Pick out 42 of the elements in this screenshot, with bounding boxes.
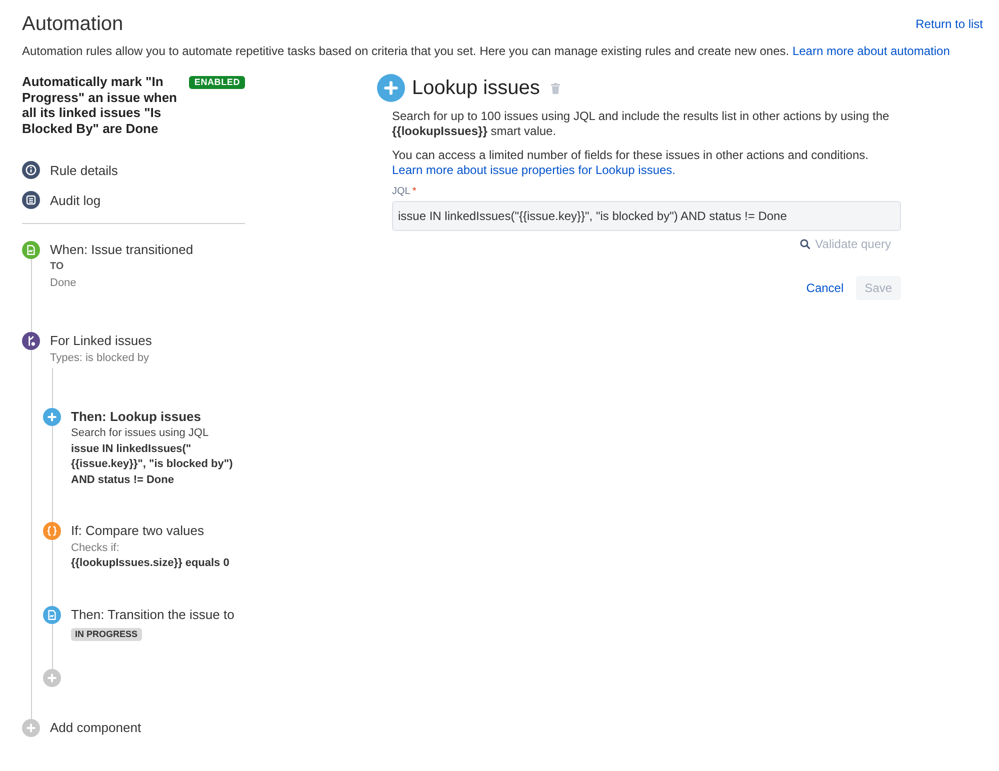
component-title[interactable]: For Linked issues bbox=[50, 332, 152, 350]
intro-text: Search for up to 100 issues using JQL and include the results list in other actions by using the {{lookupIssues}} smart value. bbox=[392, 109, 890, 139]
status-lozenge: IN PROGRESS bbox=[71, 628, 142, 640]
braces-icon bbox=[43, 522, 61, 540]
detail-text: Checks if: bbox=[71, 541, 120, 556]
learn-more-link[interactable]: Learn more about issue properties for Lookup issues. bbox=[392, 163, 676, 177]
search-icon bbox=[800, 239, 810, 249]
plus-circle-icon[interactable] bbox=[43, 668, 61, 686]
plus-circle-icon bbox=[43, 408, 61, 426]
detail-text: Done bbox=[50, 276, 76, 291]
add-component-button[interactable]: Add component bbox=[22, 718, 142, 736]
detail-label: TO bbox=[50, 260, 64, 274]
status-badge: ENABLED bbox=[189, 76, 245, 89]
trash-icon[interactable] bbox=[550, 82, 560, 94]
page-description: Automation rules allow you to automate repetitive tasks based on criteria that you set. Here you can manage existing rules and create new ones. Learn more about automation bbox=[22, 43, 951, 59]
query-text: issue IN linkedIssues("{{issue.key}}", "is blocked by") AND status != Done bbox=[71, 442, 234, 488]
required-mark: * bbox=[412, 186, 416, 197]
document-icon bbox=[43, 606, 61, 624]
sidebar-link[interactable]: Rule details bbox=[22, 161, 118, 179]
component-title[interactable]: If: Compare two values bbox=[71, 522, 204, 540]
list-icon bbox=[22, 191, 40, 209]
component-title[interactable]: Then: Lookup issues bbox=[71, 408, 202, 426]
component-title[interactable]: When: Issue transitioned bbox=[50, 241, 194, 259]
plus-circle-icon bbox=[377, 74, 405, 102]
panel-title: Lookup issues bbox=[412, 76, 540, 101]
info-icon bbox=[22, 161, 40, 179]
field-label: JQL bbox=[392, 186, 410, 197]
rule-name: Automatically mark "In Progress" an issue when all its linked issues "Is Blocked By" are Done bbox=[22, 74, 178, 136]
query-input[interactable]: issue IN linkedIssues("{{issue.key}}", "is blocked by") AND status != Done bbox=[392, 201, 901, 231]
sidebar-link[interactable]: Audit log bbox=[22, 191, 101, 209]
page-title: Automation bbox=[22, 12, 124, 36]
detail-text: Search for issues using JQL bbox=[71, 426, 209, 441]
plus-circle-icon bbox=[22, 718, 40, 736]
branch-icon bbox=[22, 332, 40, 350]
note-text: You can access a limited number of fields for these issues in other actions and conditions. Learn more about issue properties for Lookup issues. bbox=[392, 148, 870, 178]
return-link[interactable]: Return to list bbox=[916, 17, 983, 31]
cancel-link[interactable]: Cancel bbox=[806, 281, 844, 295]
detail-text: Types: is blocked by bbox=[50, 351, 150, 366]
learn-more-link[interactable]: Learn more about automation bbox=[792, 44, 950, 58]
document-icon bbox=[22, 241, 40, 259]
query-text: {{lookupIssues.size}} equals 0 bbox=[71, 556, 230, 571]
component-title[interactable]: Then: Transition the issue to bbox=[71, 606, 234, 624]
